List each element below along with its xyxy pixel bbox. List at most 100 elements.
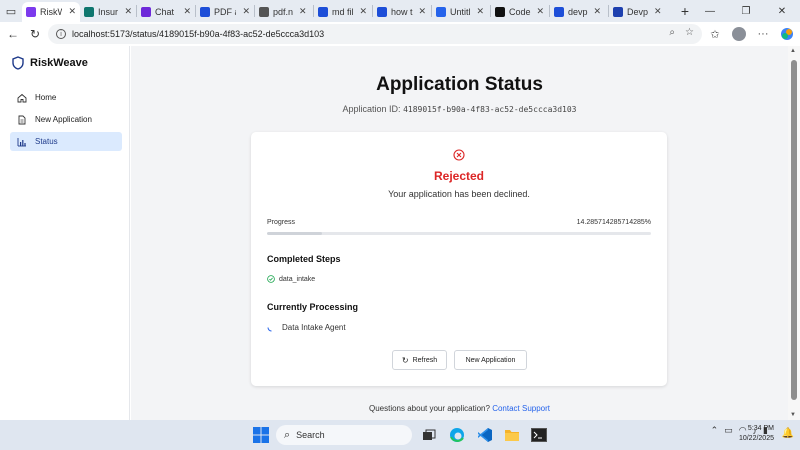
sidebar-item-home[interactable]: Home bbox=[10, 88, 122, 107]
currently-processing-heading: Currently Processing bbox=[267, 302, 359, 312]
scroll-up-arrow-icon[interactable]: ▲ bbox=[790, 48, 796, 54]
close-tab-icon[interactable]: ✕ bbox=[68, 6, 76, 17]
browser-tab[interactable]: Devp ✕ bbox=[609, 2, 671, 22]
brand[interactable]: RiskWeave bbox=[12, 56, 88, 70]
bar-chart-icon bbox=[17, 137, 26, 146]
task-view-icon[interactable] bbox=[420, 426, 438, 444]
browser-tab[interactable]: Chat | ✕ bbox=[137, 2, 195, 22]
close-tab-icon[interactable]: ✕ bbox=[537, 6, 545, 17]
chevron-up-icon[interactable]: ⌃ bbox=[711, 425, 719, 436]
browser-tab-label: md fil bbox=[332, 6, 354, 17]
brand-name: RiskWeave bbox=[30, 57, 88, 69]
page-title: Application Status bbox=[376, 74, 543, 95]
favorites-icon[interactable]: ✩ bbox=[706, 24, 724, 44]
favorite-star-icon[interactable]: ☆ bbox=[685, 27, 694, 38]
web-page: RiskWeave Home New Application Status Ap… bbox=[0, 46, 800, 420]
browser-tab[interactable]: md fil ✕ bbox=[314, 2, 372, 22]
sidebar: RiskWeave Home New Application Status bbox=[0, 46, 130, 420]
browser-tab-label: Chat | bbox=[155, 6, 178, 17]
browser-tab[interactable]: Untitl ✕ bbox=[432, 2, 490, 22]
vscode-icon[interactable] bbox=[476, 426, 494, 444]
notification-bell-icon[interactable]: 🔔 bbox=[782, 428, 794, 439]
terminal-icon[interactable] bbox=[530, 426, 548, 444]
browser-tab[interactable]: pdf.n ✕ bbox=[255, 2, 313, 22]
reload-icon[interactable]: ↻ bbox=[24, 23, 46, 45]
progress-label: Progress bbox=[267, 219, 296, 226]
close-tab-icon[interactable]: ✕ bbox=[360, 6, 368, 17]
browser-tab[interactable]: Insura ✕ bbox=[80, 2, 136, 22]
scroll-thumb[interactable] bbox=[791, 60, 797, 400]
sidebar-item-label: New Application bbox=[35, 115, 92, 124]
loading-spinner-icon bbox=[267, 327, 272, 332]
search-favicon bbox=[554, 6, 564, 17]
browser-tab-label: Devp bbox=[627, 6, 649, 17]
taskbar-search[interactable]: ⌕ Search bbox=[276, 425, 412, 445]
browser-tab[interactable]: devp ✕ bbox=[550, 2, 608, 22]
refresh-button[interactable]: ↻ Refresh bbox=[392, 350, 447, 370]
close-window-button[interactable]: ✕ bbox=[764, 0, 800, 22]
browser-tab-strip: ▭ RiskW✕Insura✕Chat |✕PDF a✕pdf.n✕md fil… bbox=[0, 0, 800, 22]
scroll-down-arrow-icon[interactable]: ▼ bbox=[790, 412, 796, 418]
new-application-button[interactable]: New Application bbox=[454, 350, 527, 370]
progress-value: 14.285714285714285% bbox=[576, 219, 651, 226]
windows-start-icon[interactable] bbox=[252, 426, 270, 444]
close-tab-icon[interactable]: ✕ bbox=[419, 6, 427, 17]
new-application-button-label: New Application bbox=[465, 356, 516, 364]
browser-tab[interactable]: RiskW ✕ bbox=[22, 1, 80, 22]
address-bar[interactable]: i localhost:5173/status/4189015f-b90a-4f… bbox=[48, 24, 702, 44]
footer-text: Questions about your application? bbox=[368, 404, 490, 413]
close-tab-icon[interactable]: ✕ bbox=[477, 6, 485, 17]
display-icon[interactable]: ▭ bbox=[724, 425, 733, 436]
site-info-icon[interactable]: i bbox=[56, 29, 66, 39]
minimize-button[interactable]: — bbox=[692, 0, 728, 22]
home-icon bbox=[17, 93, 27, 102]
file-explorer-icon[interactable] bbox=[503, 426, 521, 444]
status-message: Your application has been declined. bbox=[388, 189, 530, 199]
page-scrollbar[interactable]: ▲ ▼ bbox=[788, 46, 800, 420]
sidebar-item-status[interactable]: Status bbox=[10, 132, 122, 151]
close-tab-icon[interactable]: ✕ bbox=[299, 6, 307, 17]
close-tab-icon[interactable]: ✕ bbox=[654, 6, 662, 17]
browser-tab-label: Insura bbox=[98, 6, 119, 17]
url-text: localhost:5173/status/4189015f-b90a-4f83… bbox=[72, 29, 325, 39]
copilot-icon[interactable] bbox=[778, 24, 796, 44]
browser-tab[interactable]: PDF a ✕ bbox=[196, 2, 254, 22]
pdf-favicon bbox=[259, 6, 269, 17]
taskbar-clock[interactable]: 5:34 PM 10/22/2025 bbox=[739, 424, 774, 444]
refresh-button-label: Refresh bbox=[412, 356, 438, 364]
contact-support-link[interactable]: Contact Support bbox=[492, 404, 550, 413]
check-circle-icon bbox=[267, 275, 275, 283]
sidebar-item-label: Home bbox=[35, 93, 57, 102]
document-icon bbox=[18, 115, 26, 124]
close-tab-icon[interactable]: ✕ bbox=[183, 6, 191, 17]
devpost-favicon bbox=[613, 6, 623, 17]
sidebar-item-new-application[interactable]: New Application bbox=[10, 110, 122, 129]
browser-tab-label: how t bbox=[391, 6, 413, 17]
profile-avatar[interactable] bbox=[730, 24, 748, 44]
processing-item: Data Intake Agent bbox=[267, 323, 346, 332]
search-icon: ⌕ bbox=[284, 428, 291, 441]
progress-fill bbox=[267, 232, 322, 235]
browser-tab-label: Untitl bbox=[450, 6, 471, 17]
edge-browser-icon[interactable] bbox=[448, 426, 466, 444]
close-tab-icon[interactable]: ✕ bbox=[242, 6, 250, 17]
back-icon[interactable]: ← bbox=[2, 23, 24, 45]
taskbar: ⌕ Search ⌃ ▭ ◠ ♪ ▮ 5:34 PM 10/22/2025 🔔 bbox=[0, 420, 800, 450]
completed-step-item: data_intake bbox=[267, 275, 315, 283]
restore-button[interactable]: ❐ bbox=[728, 0, 764, 22]
chat-favicon bbox=[141, 6, 151, 17]
browser-tab[interactable]: Code ✕ bbox=[491, 2, 549, 22]
close-tab-icon[interactable]: ✕ bbox=[594, 6, 602, 17]
github-favicon bbox=[495, 6, 505, 17]
progress-bar bbox=[267, 232, 651, 235]
clock-time: 5:34 PM bbox=[747, 425, 774, 432]
zoom-search-icon[interactable]: ⌕ bbox=[669, 27, 675, 38]
browser-tab-label: RiskW bbox=[40, 6, 63, 17]
close-tab-icon[interactable]: ✕ bbox=[124, 6, 132, 17]
settings-menu-icon[interactable]: ··· bbox=[754, 24, 772, 44]
application-id-line: Application ID: 4189015f-b90a-4f83-ac52-… bbox=[131, 104, 788, 114]
browser-tab[interactable]: how t ✕ bbox=[373, 2, 431, 22]
application-id-label: Application ID: bbox=[342, 104, 401, 114]
search-favicon bbox=[377, 6, 387, 17]
tab-actions-icon[interactable]: ▭ bbox=[0, 0, 22, 22]
